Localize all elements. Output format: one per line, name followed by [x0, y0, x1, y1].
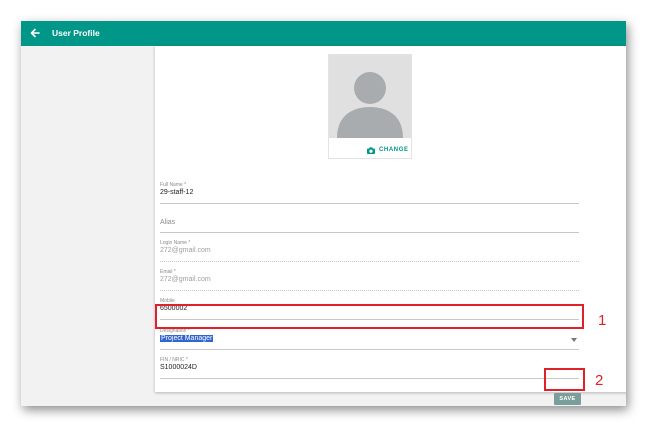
mobile-value: 6500002 [160, 305, 188, 312]
person-silhouette-icon [337, 72, 403, 138]
designation-label: Designation * [160, 328, 190, 334]
annotation-number-1: 1 [598, 312, 607, 329]
mobile-underline [160, 319, 579, 320]
alias-field[interactable]: Alias [160, 211, 579, 233]
fin-nric-underline [160, 378, 579, 379]
designation-select[interactable]: Designation * Project Manager [160, 328, 579, 350]
full-name-underline [160, 203, 579, 204]
full-name-value: 29-staff-12 [160, 189, 194, 196]
email-value: 272@gmail.com [160, 276, 211, 283]
change-photo-button[interactable]: CHANGE [367, 144, 409, 156]
login-name-label: Login Name * [160, 240, 191, 246]
mobile-field[interactable]: Mobile 6500002 [160, 298, 579, 320]
email-underline [160, 290, 579, 291]
fin-nric-label: FIN / NRIC * [160, 357, 188, 363]
mobile-label: Mobile [160, 298, 175, 304]
profile-card: CHANGE Full Name * 29-staff-12 Alias Log… [155, 46, 626, 405]
fin-nric-value: S1000024D [160, 364, 197, 371]
arrow-left-icon[interactable] [29, 27, 41, 39]
designation-value: Project Manager [160, 335, 214, 342]
chevron-down-icon[interactable] [571, 338, 577, 342]
fin-nric-field[interactable]: FIN / NRIC * S1000024D [160, 357, 579, 379]
camera-icon [367, 146, 375, 154]
annotation-number-2: 2 [595, 372, 604, 389]
alias-placeholder: Alias [160, 219, 176, 226]
app-window: User Profile CHANGE Full Name * 29-staff… [21, 21, 626, 406]
app-bar: User Profile [21, 21, 626, 46]
email-field: Email * 272@gmail.com [160, 269, 579, 291]
alias-underline [160, 232, 579, 233]
avatar [329, 55, 411, 138]
designation-underline [160, 349, 579, 350]
page-title: User Profile [52, 28, 100, 38]
full-name-field[interactable]: Full Name * 29-staff-12 [160, 182, 579, 204]
full-name-label: Full Name * [160, 182, 187, 188]
login-name-value: 272@gmail.com [160, 247, 211, 254]
login-name-field: Login Name * 272@gmail.com [160, 240, 579, 262]
email-label: Email * [160, 269, 176, 275]
save-button[interactable]: SAVE [554, 393, 581, 405]
login-name-underline [160, 261, 579, 262]
avatar-panel: CHANGE [328, 54, 412, 159]
designation-selected-text: Project Manager [160, 335, 214, 342]
change-photo-label: CHANGE [379, 147, 409, 153]
